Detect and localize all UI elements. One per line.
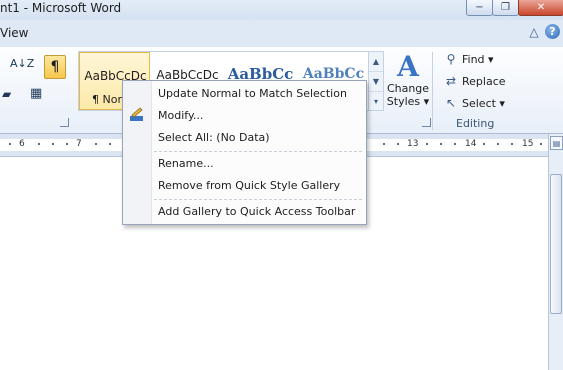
change-styles-button[interactable]: A Change Styles ▾: [385, 50, 431, 109]
styles-dialog-launcher-icon[interactable]: [422, 118, 431, 127]
minimize-button[interactable]: −: [466, 0, 493, 16]
restore-icon: ❐: [501, 2, 510, 13]
ruler-tick: [440, 143, 442, 145]
ruler-tick: [52, 143, 54, 145]
window-title: nt1 - Microsoft Word: [0, 1, 122, 15]
menu-item-update-normal[interactable]: Update Normal to Match Selection: [158, 84, 347, 104]
restore-button[interactable]: ❐: [492, 0, 519, 16]
ruler-number: 14: [465, 139, 477, 149]
menu-separator: [154, 151, 362, 152]
menu-separator: [154, 199, 362, 200]
vertical-scrollbar[interactable]: ▤: [548, 134, 563, 370]
ruler-tick: [109, 143, 111, 145]
menu-icon-gutter: [123, 81, 152, 224]
sort-icon[interactable]: A↓Z: [10, 57, 34, 70]
modify-style-icon: [130, 107, 143, 121]
ruler-tick: [38, 143, 40, 145]
ruler-number: 15: [522, 139, 534, 149]
ruler-tick: [540, 143, 542, 145]
select-label: Select ▾: [462, 96, 505, 110]
ruler-tick: [454, 143, 456, 145]
ruler-tick: [483, 143, 485, 145]
gallery-scrollbar[interactable]: ▲ ▼ ▾: [368, 51, 384, 111]
title-bar: nt1 - Microsoft Word − ❐ ✕: [0, 0, 563, 20]
menu-item-add-gallery-to-qat[interactable]: Add Gallery to Quick Access Toolbar: [158, 202, 355, 222]
ruler-tick: [383, 143, 385, 145]
ruler-number: 6: [19, 139, 25, 149]
more-styles-icon[interactable]: ▾: [369, 92, 383, 111]
close-button[interactable]: ✕: [518, 0, 563, 16]
ruler-tick: [95, 143, 97, 145]
scroll-up-icon[interactable]: ▲: [369, 52, 383, 72]
change-styles-label-2: Styles ▾: [386, 95, 430, 108]
ruler-number: 7: [76, 139, 82, 149]
editing-group-label: Editing: [456, 117, 495, 130]
menu-item-remove-from-gallery[interactable]: Remove from Quick Style Gallery: [158, 176, 340, 196]
collapse-ribbon-icon[interactable]: △: [526, 24, 542, 40]
ruler-tick: [426, 143, 428, 145]
style-context-menu: Update Normal to Match Selection Modify.…: [122, 80, 367, 225]
shading-icon[interactable]: ▰: [2, 87, 11, 101]
change-styles-icon: A: [397, 50, 419, 83]
group-separator: [432, 52, 433, 130]
find-label: Find ▾: [462, 52, 494, 66]
select-button[interactable]: ↖ Select ▾: [443, 94, 505, 112]
ruler-tick: [397, 143, 399, 145]
scroll-down-icon[interactable]: ▼: [369, 72, 383, 92]
cursor-icon: ↖: [445, 96, 457, 110]
view-ruler-icon[interactable]: ▤: [550, 136, 563, 150]
ribbon-tab-strip: View △ ?: [0, 20, 563, 47]
paragraph-dialog-launcher-icon[interactable]: [60, 118, 69, 127]
replace-label: Replace: [462, 74, 506, 88]
minimize-icon: −: [475, 2, 484, 13]
binoculars-icon: ⚲: [446, 52, 456, 66]
menu-item-modify[interactable]: Modify...: [158, 106, 203, 126]
find-button[interactable]: ⚲ Find ▾: [443, 50, 494, 68]
ruler-number: 13: [407, 139, 419, 149]
ruler-tick: [66, 143, 68, 145]
show-formatting-marks-button[interactable]: ¶: [44, 55, 66, 79]
close-icon: ✕: [536, 2, 546, 13]
ruler-tick: [511, 143, 513, 145]
ruler-tick: [497, 143, 499, 145]
replace-button[interactable]: ⇄ Replace: [443, 72, 506, 90]
scrollbar-thumb[interactable]: [550, 174, 562, 314]
help-icon[interactable]: ?: [545, 24, 560, 39]
change-styles-label-1: Change: [386, 82, 430, 95]
borders-icon[interactable]: ▦: [30, 86, 42, 101]
ruler-tick: [9, 143, 11, 145]
replace-icon: ⇄: [445, 74, 457, 88]
pilcrow-icon: ¶: [50, 59, 60, 75]
tab-view[interactable]: View: [0, 26, 28, 40]
menu-item-rename[interactable]: Rename...: [158, 154, 214, 174]
menu-item-select-all[interactable]: Select All: (No Data): [158, 128, 270, 148]
